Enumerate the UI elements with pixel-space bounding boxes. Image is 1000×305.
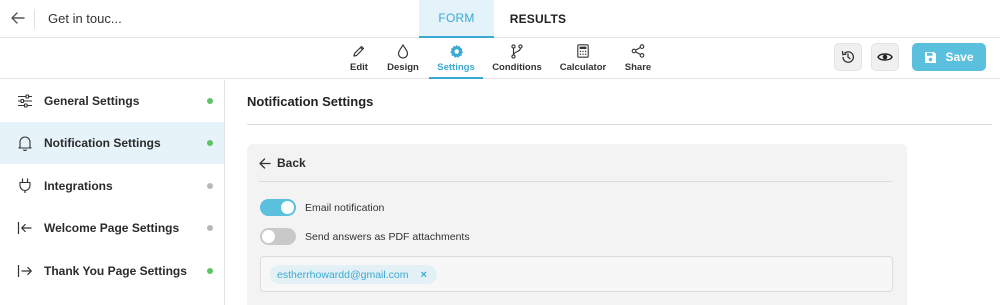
save-button-label: Save xyxy=(945,50,974,64)
toolbar-calculator-label: Calculator xyxy=(559,62,607,73)
pdf-attachments-row: Send answers as PDF attachments xyxy=(260,228,470,245)
sidebar-item-thank-you-page-settings[interactable]: Thank You Page Settings xyxy=(0,250,224,292)
toolbar-settings-label: Settings xyxy=(437,62,475,73)
share-icon xyxy=(631,42,645,60)
toolbar-settings[interactable]: Settings xyxy=(429,42,483,79)
back-arrow-icon xyxy=(259,157,271,169)
status-dot xyxy=(207,268,213,274)
title-divider xyxy=(247,124,992,125)
pdf-attachments-toggle[interactable] xyxy=(260,228,296,245)
tab-form[interactable]: FORM xyxy=(419,0,494,38)
gear-icon xyxy=(449,42,464,60)
panel-back-label: Back xyxy=(277,156,306,170)
floppy-disk-icon xyxy=(924,51,937,64)
page-title: Notification Settings xyxy=(247,94,374,109)
sidebar-item-integrations[interactable]: Integrations xyxy=(0,165,224,207)
top-bar: Get in touc... FORM RESULTS xyxy=(0,0,1000,38)
toolbar-share-label: Share xyxy=(624,62,652,73)
email-notification-label: Email notification xyxy=(305,201,385,214)
branch-icon xyxy=(510,42,524,60)
toolbar-design[interactable]: Design xyxy=(385,42,421,79)
toggle-knob xyxy=(262,230,275,243)
panel-back-button[interactable]: Back xyxy=(259,156,306,170)
form-title[interactable]: Get in touc... xyxy=(48,11,122,26)
top-divider xyxy=(34,9,35,29)
history-icon xyxy=(840,49,856,65)
exit-icon xyxy=(16,262,34,280)
calculator-icon xyxy=(577,42,589,60)
sidebar-item-label: Welcome Page Settings xyxy=(44,221,180,235)
sidebar-item-label: Notification Settings xyxy=(44,136,161,150)
history-button[interactable] xyxy=(834,43,862,71)
save-button[interactable]: Save xyxy=(912,43,986,71)
plug-icon xyxy=(16,177,34,195)
sidebar-item-label: Integrations xyxy=(44,179,113,193)
toolbar-edit-label: Edit xyxy=(350,62,368,73)
pencil-icon xyxy=(352,42,366,60)
email-notification-row: Email notification xyxy=(260,199,384,216)
status-dot xyxy=(207,183,213,189)
sliders-icon xyxy=(16,92,34,110)
eye-icon xyxy=(877,51,893,63)
toolbar-calculator[interactable]: Calculator xyxy=(558,42,608,79)
toolbar-conditions[interactable]: Conditions xyxy=(492,42,542,79)
status-dot xyxy=(207,225,213,231)
panel-divider xyxy=(259,181,892,182)
sidebar-item-label: Thank You Page Settings xyxy=(44,264,187,278)
recipient-email-input[interactable]: estherrhowardd@gmail.com × xyxy=(260,256,893,292)
sidebar-item-label: General Settings xyxy=(44,94,140,108)
toolbar: Edit Design Settings Conditions Calculat… xyxy=(0,38,1000,79)
notification-panel: Back Email notification Send answers as … xyxy=(247,144,907,305)
droplet-icon xyxy=(397,42,409,60)
toolbar-conditions-label: Conditions xyxy=(492,62,542,73)
status-dot xyxy=(207,98,213,104)
bell-icon xyxy=(16,134,34,152)
status-dot xyxy=(207,140,213,146)
toggle-knob xyxy=(281,201,294,214)
sidebar-item-welcome-page-settings[interactable]: Welcome Page Settings xyxy=(0,207,224,249)
remove-chip-icon[interactable]: × xyxy=(420,269,426,281)
toolbar-share[interactable]: Share xyxy=(622,42,654,79)
toolbar-edit[interactable]: Edit xyxy=(344,42,374,79)
back-arrow-icon[interactable] xyxy=(8,8,28,28)
sidebar-item-notification-settings[interactable]: Notification Settings xyxy=(0,122,224,164)
email-chip-text: estherrhowardd@gmail.com xyxy=(277,268,409,281)
enter-icon xyxy=(16,219,34,237)
pdf-attachments-label: Send answers as PDF attachments xyxy=(305,230,470,243)
toolbar-design-label: Design xyxy=(387,62,419,73)
email-chip: estherrhowardd@gmail.com × xyxy=(270,265,437,284)
tab-results[interactable]: RESULTS xyxy=(496,0,580,38)
email-notification-toggle[interactable] xyxy=(260,199,296,216)
preview-button[interactable] xyxy=(871,43,899,71)
sidebar-item-general-settings[interactable]: General Settings xyxy=(0,80,224,122)
settings-sidebar: General Settings Notification Settings I… xyxy=(0,80,225,305)
